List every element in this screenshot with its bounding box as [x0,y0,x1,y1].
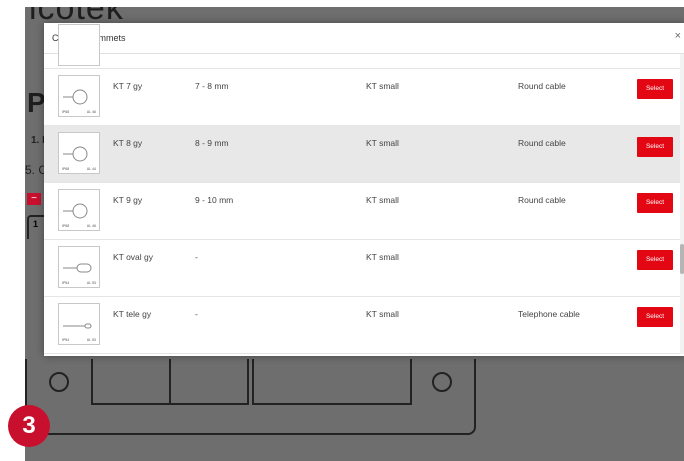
grommet-thumbnail [58,24,100,66]
diameter-range: - [195,309,198,319]
diameter-range: - [195,252,198,262]
grommet-name: KT 8 gy [113,138,143,148]
grommet-row: IP68 UL 46 KT 7 gy 7 - 8 mm KT small Round ca… [44,69,680,126]
frame-slot [169,359,249,405]
grommet-thumbnail: IP54 UL 53 [58,303,100,345]
scrollbar[interactable] [680,54,684,354]
page-heading: P [27,87,46,118]
grommet-name: KT oval gy [113,252,154,262]
diameter-range: 9 - 10 mm [195,195,234,205]
thumbnail-code-left: IP68 [62,224,70,228]
close-icon[interactable]: × [675,30,681,42]
thumbnail-code-right: UL 53 [86,338,96,342]
grommet-name: KT 9 gy [113,195,143,205]
grommet-thumbnail: IP68 UL 46 [58,75,100,117]
thumbnail-code-left: IP54 [62,338,70,342]
cable-usage: Telephone cable [518,309,580,319]
grommet-list: IP68 UL 46 KT 7 gy 7 - 8 mm KT small Round ca… [44,69,680,354]
diameter-range: 8 - 9 mm [195,138,229,148]
select-button[interactable]: Select [637,250,673,270]
cable-usage: Round cable [518,81,566,91]
mounting-hole-icon [49,372,69,392]
grommet-type: KT small [366,309,399,319]
select-button[interactable]: Select [637,137,673,157]
grommet-name: KT 7 gy [113,81,143,91]
remove-button[interactable]: − [27,193,41,205]
select-button[interactable]: Select [637,79,673,99]
mounting-hole-icon [432,372,452,392]
cable-usage: Round cable [518,138,566,148]
thumbnail-code-left: IP68 [62,110,70,114]
dialog-header: Choose grommets × [44,23,684,54]
thumbnail-code-right: UL 46 [86,110,96,114]
grommet-type: KT small [366,252,399,262]
thumbnail-code-right: UL 44 [86,167,96,171]
grommet-type: KT small [366,138,399,148]
grommet-type: KT small [366,195,399,205]
grommet-thumbnail: IP68 UL 46 [58,189,100,231]
frame-slot [252,359,412,405]
grommet-row: IP54 UL 53 KT oval gy - KT small Select [44,240,680,297]
grommet-thumbnail: IP68 UL 44 [58,132,100,174]
thumbnail-code-right: UL 46 [86,224,96,228]
grommet-thumbnail: IP54 UL 53 [58,246,100,288]
select-button[interactable]: Select [637,193,673,213]
choose-grommets-dialog: Choose grommets × IP68 UL 46 KT 7 gy 7 - 8 … [44,23,684,356]
thumbnail-code-left: IP54 [62,281,70,285]
grommet-name: KT tele gy [113,309,152,319]
step-badge: 3 [8,405,50,447]
frame-slot [91,359,171,405]
thumbnail-code-left: IP68 [62,167,70,171]
list-item-partial [44,24,680,69]
grommet-row: IP68 UL 46 KT 9 gy 9 - 10 mm KT small Round c… [44,183,680,240]
select-button[interactable]: Select [637,307,673,327]
thumbnail-code-right: UL 53 [86,281,96,285]
grommet-row: IP54 UL 53 KT tele gy - KT small Telephone ca… [44,297,680,354]
grommet-type: KT small [366,81,399,91]
grommet-row: IP68 UL 44 KT 8 gy 8 - 9 mm KT small Round ca… [44,126,680,183]
scrollbar-thumb[interactable] [680,244,684,274]
cable-usage: Round cable [518,195,566,205]
diameter-range: 7 - 8 mm [195,81,229,91]
